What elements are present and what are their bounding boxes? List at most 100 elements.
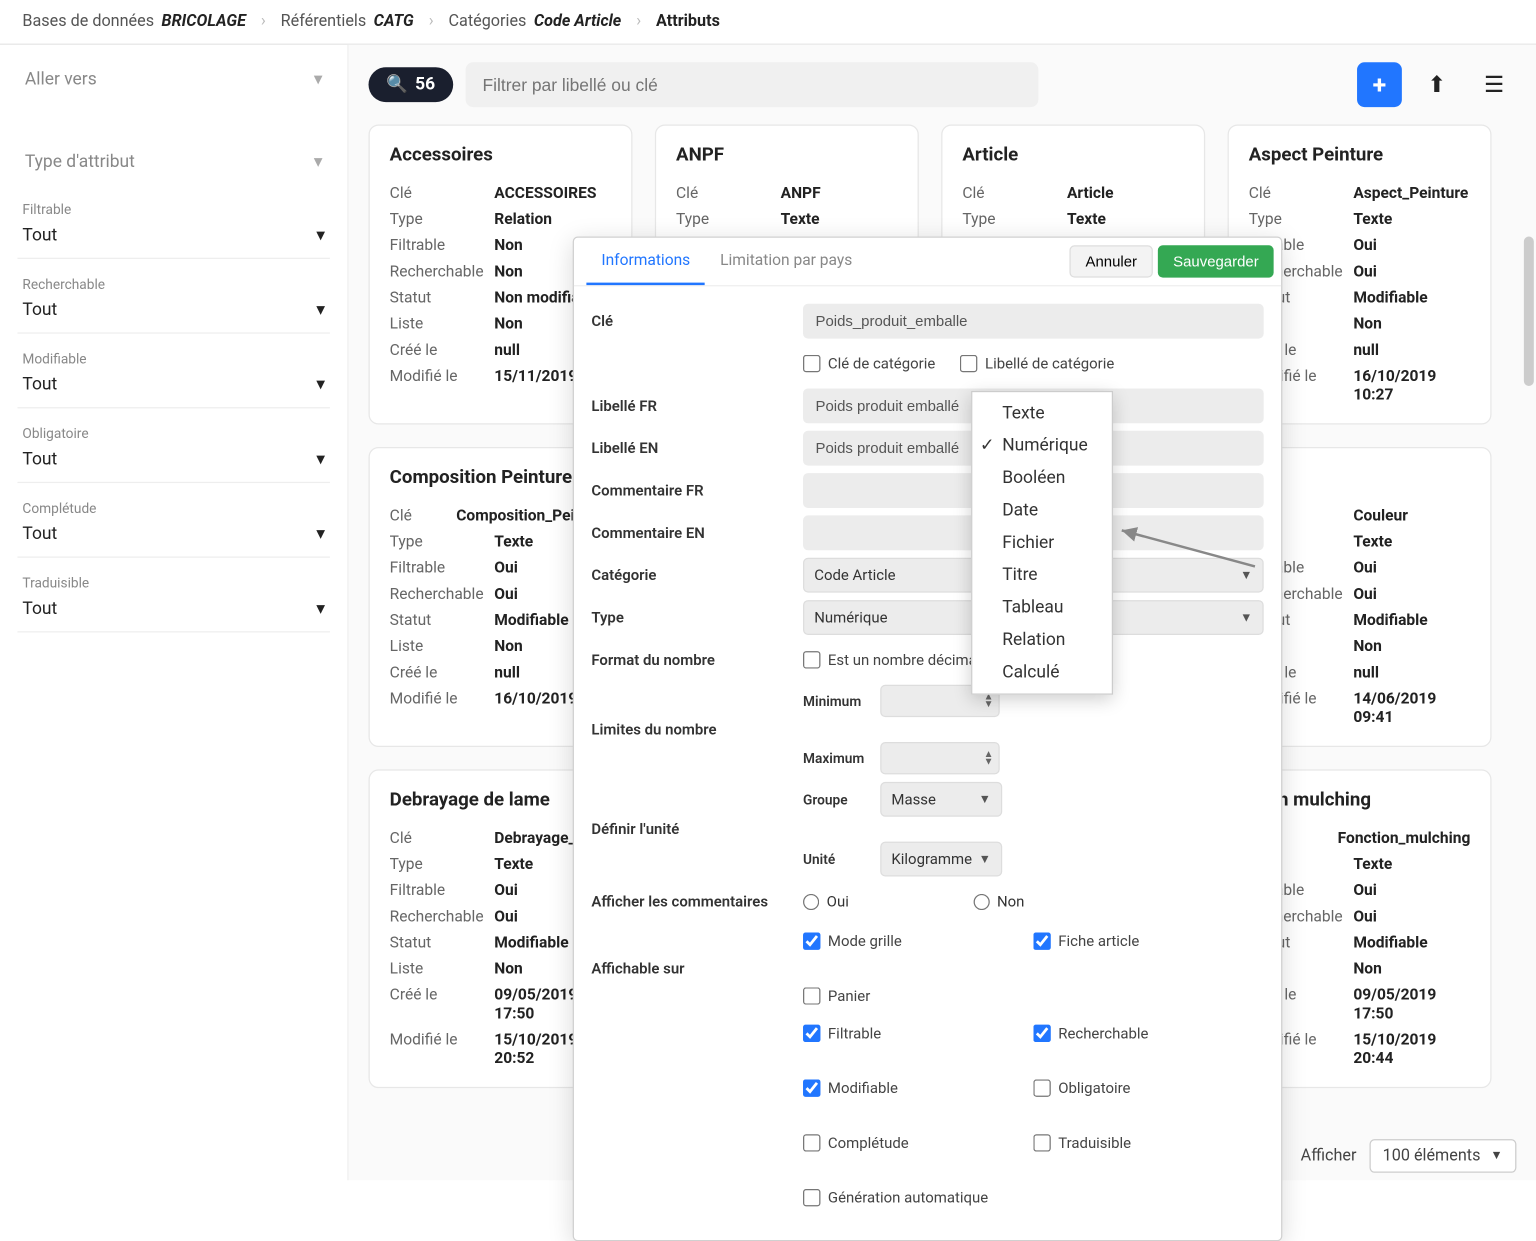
dropdown-item[interactable]: Tableau [972,591,1111,623]
dropdown-item[interactable]: Titre [972,559,1111,591]
prop-value: ANPF [781,184,898,203]
sidebar: Aller vers▾ Type d'attribut▾ Filtrable T… [0,45,349,1180]
prop-key: Créé le [390,986,495,1023]
prop-value: null [1353,341,1470,360]
fiche-article-checkbox[interactable]: Fiche article [1033,926,1238,956]
filter-select[interactable]: Tout▾ [17,442,329,483]
label-categorie: Catégorie [591,566,803,583]
page-size-select[interactable]: 100 éléments▼ [1369,1139,1516,1173]
cancel-button[interactable]: Annuler [1069,245,1153,277]
dropdown-item[interactable]: Booléen [972,462,1111,494]
dropdown-item[interactable]: Texte [972,397,1111,429]
prop-key: Clé [390,184,495,203]
scrollbar-thumb[interactable] [1524,237,1534,386]
cle-input[interactable] [803,304,1264,339]
upload-button[interactable]: ⬆ [1414,62,1459,107]
dropdown-item[interactable]: Calculé [972,656,1111,688]
upload-icon: ⬆ [1427,72,1446,98]
caret-down-icon: ▾ [314,152,323,172]
category-key-checkbox[interactable]: Clé de catégorie [803,355,935,372]
filter-select[interactable]: Tout▾ [17,367,329,408]
showcom-yes-radio[interactable]: Oui [803,893,849,910]
caret-down-icon: ▼ [1490,1149,1502,1163]
flag-checkbox[interactable]: Complétude [803,1128,1008,1158]
label-limits: Limites du nombre [591,721,803,738]
goto-select[interactable]: Aller vers▾ [17,57,329,102]
prop-value: 15/10/2019 20:44 [1353,1031,1470,1068]
prop-value: Non [1353,960,1470,979]
prop-value: 14/06/2019 09:41 [1353,690,1470,727]
showcom-no-radio[interactable]: Non [973,893,1024,910]
chevron-right-icon: › [429,12,434,31]
filter-select[interactable]: Tout▾ [17,517,329,558]
card-title: Accessoires [390,143,612,165]
prop-key: Créé le [390,664,495,683]
dropdown-item[interactable]: Numérique [972,430,1111,462]
type-dropdown[interactable]: TexteNumériqueBooléenDateFichierTitreTab… [971,391,1113,695]
mode-grille-checkbox[interactable]: Mode grille [803,926,1008,956]
filter-label: Traduisible [17,575,329,591]
dropdown-item[interactable]: Relation [972,624,1111,656]
dropdown-item[interactable]: Date [972,494,1111,526]
prop-key: Clé [390,507,457,526]
dropdown-item[interactable]: Fichier [972,527,1111,559]
flag-checkbox[interactable]: Recherchable [1033,1018,1238,1048]
prop-value: Modifiable [1353,289,1470,308]
label-group: Groupe [803,791,873,807]
label-comen: Commentaire EN [591,524,803,541]
prop-key: Recherchable [390,908,495,927]
prop-value: Oui [1353,559,1470,578]
attrtype-select[interactable]: Type d'attribut▾ [17,139,329,184]
tab-informations[interactable]: Informations [586,238,705,284]
prop-key: Modifié le [390,367,495,386]
filter-label: Modifiable [17,351,329,367]
caret-down-icon: ▾ [316,599,325,619]
prop-value: Modifiable [1353,611,1470,630]
flag-checkbox[interactable]: Traduisible [1033,1128,1238,1158]
flag-checkbox[interactable]: Filtrable [803,1018,1008,1048]
unite-select[interactable]: Kilogramme▼ [880,842,1002,877]
flag-checkbox[interactable]: Génération automatique [803,1183,1008,1213]
prop-value: Article [1067,184,1184,203]
prop-key: Type [390,210,495,229]
prop-value: Non [1353,315,1470,334]
label-max: Maximum [803,750,873,766]
filter-label: Recherchable [17,276,329,292]
filter-select[interactable]: Tout▾ [17,293,329,334]
filter-select[interactable]: Tout▾ [17,591,329,632]
prop-key: Type [676,210,781,229]
prop-value: Relation [494,210,611,229]
group-select[interactable]: Masse▼ [880,782,1002,817]
max-stepper[interactable]: ▲▼ [880,742,1000,774]
prop-key: Clé [676,184,781,203]
plus-icon: + [1373,70,1387,100]
count-pill[interactable]: 🔍56 [369,67,453,102]
prop-value: Texte [1353,210,1470,229]
add-button[interactable]: + [1357,62,1402,107]
prop-key: Type [962,210,1067,229]
caret-down-icon: ▾ [316,225,325,245]
filter-select[interactable]: Tout▾ [17,218,329,259]
label-showcom: Afficher les commentaires [591,893,803,910]
prop-value: Texte [1353,533,1470,552]
pagination-footer: Afficher 100 éléments▼ [1301,1139,1517,1173]
prop-key: Clé [962,184,1067,203]
caret-down-icon: ▼ [1240,568,1252,582]
prop-key: Filtrable [390,881,495,900]
save-button[interactable]: Sauvegarder [1158,245,1273,277]
flag-checkbox[interactable]: Obligatoire [1033,1073,1238,1103]
prop-key: Créé le [390,341,495,360]
tab-country-limit[interactable]: Limitation par pays [705,238,867,284]
search-input[interactable] [465,62,1038,107]
toolbar: 🔍56 + ⬆ ☰ [349,45,1536,125]
list-view-button[interactable]: ☰ [1472,62,1517,107]
panier-checkbox[interactable]: Panier [803,981,1008,1011]
prop-value: Non [1353,637,1470,656]
edit-attribute-modal: Informations Limitation par pays Annuler… [573,237,1283,1241]
breadcrumb-current: Attributs [656,12,720,31]
label-unit: Définir l'unité [591,820,803,837]
prop-key: Clé [390,829,495,848]
flag-checkbox[interactable]: Modifiable [803,1073,1008,1103]
category-label-checkbox[interactable]: Libellé de catégorie [960,355,1114,372]
decimal-checkbox[interactable]: Est un nombre décimal [803,651,980,668]
